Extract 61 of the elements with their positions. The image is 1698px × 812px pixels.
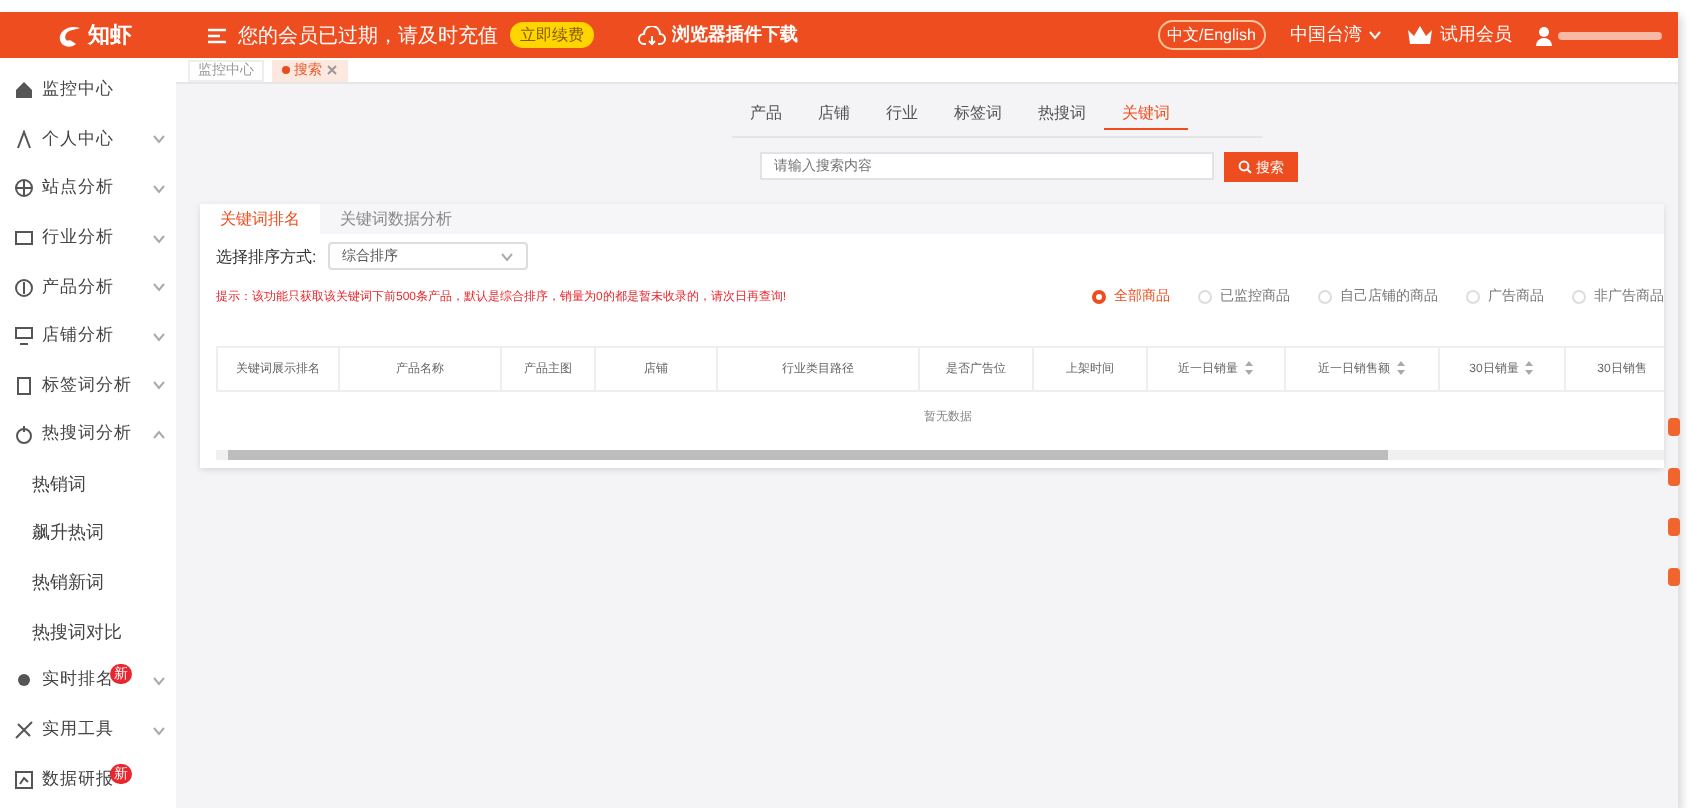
sidebar-item[interactable]: 产品分析 xyxy=(0,262,176,312)
chevron-down-icon xyxy=(152,134,166,145)
sidebar-item[interactable]: 行业分析 xyxy=(0,213,176,263)
chevron-down-icon xyxy=(1368,30,1382,40)
search-icon xyxy=(1238,160,1252,174)
chevron-down-icon xyxy=(152,675,166,686)
plugin-download-link[interactable]: 浏览器插件下载 xyxy=(638,22,798,48)
user-icon xyxy=(1536,25,1552,45)
sidebar-subitem[interactable]: 飙升热词 xyxy=(0,508,176,558)
menu-item-icon xyxy=(14,670,34,691)
menu-item-icon xyxy=(14,277,34,298)
language-toggle[interactable]: 中文/English xyxy=(1157,20,1266,50)
side-tool-icon xyxy=(1668,468,1680,486)
cloud-download-icon xyxy=(638,25,666,45)
search-tab[interactable]: 产品 xyxy=(732,102,800,130)
chevron-down-icon xyxy=(152,233,166,244)
sidebar-item[interactable]: 店铺分析 xyxy=(0,311,176,362)
chevron-down-icon xyxy=(152,331,166,342)
sidebar-item[interactable]: 监控中心 xyxy=(0,66,176,116)
crown-icon xyxy=(1406,24,1434,46)
menu-item-icon xyxy=(14,80,34,101)
renew-button[interactable]: 立即续费 xyxy=(510,22,594,48)
side-tool-icon xyxy=(1668,518,1680,536)
sidebar-item[interactable]: 热搜词分析 xyxy=(0,410,176,460)
sidebar-subitem[interactable]: 热销新词 xyxy=(0,557,176,608)
chevron-down-icon xyxy=(152,380,166,391)
sort-label: 选择排序方式: xyxy=(216,245,317,267)
sidebar-item[interactable]: 标签词分析 xyxy=(0,361,176,411)
side-tool-icon xyxy=(1668,418,1680,436)
chevron-down-icon xyxy=(500,251,515,261)
region-dropdown[interactable]: 中国台湾 xyxy=(1278,22,1394,48)
menu-item-icon xyxy=(14,375,34,396)
member-level: 试用会员 xyxy=(1440,22,1512,48)
chevron-down-icon xyxy=(152,282,166,293)
logo-text: 知虾 xyxy=(88,21,132,50)
search-tab[interactable]: 行业 xyxy=(868,102,936,130)
menu-item-icon xyxy=(14,129,34,150)
expiry-notice: 您的会员已过期，请及时充值 xyxy=(238,23,498,49)
chevron-up-icon xyxy=(152,429,166,440)
menu-item-icon xyxy=(14,326,34,347)
menu-item-icon xyxy=(14,228,34,249)
menu-item-icon xyxy=(14,178,34,199)
menu-item-icon xyxy=(14,720,34,741)
sidebar-subitem[interactable]: 热销词 xyxy=(0,459,176,509)
sidebar-item[interactable]: 站点分析 xyxy=(0,164,176,214)
chevron-down-icon xyxy=(152,183,166,194)
chevron-down-icon xyxy=(152,725,166,736)
side-tool-icon xyxy=(1668,568,1680,586)
search-tab[interactable]: 热搜词 xyxy=(1020,102,1104,130)
sidebar-item[interactable]: 个人中心 xyxy=(0,115,176,165)
horizontal-scrollbar[interactable] xyxy=(216,450,1664,460)
panel-tab[interactable]: 关键词排名 xyxy=(200,204,320,234)
menu-item-icon xyxy=(14,424,34,445)
menu-icon xyxy=(208,27,226,43)
sidebar-item[interactable]: 实用工具 xyxy=(0,705,176,755)
search-tab[interactable]: 标签词 xyxy=(936,102,1020,130)
sidebar-subitem[interactable]: 热搜词对比 xyxy=(0,607,176,657)
blurred-username xyxy=(1558,31,1662,39)
close-icon xyxy=(326,64,338,76)
search-tab[interactable]: 店铺 xyxy=(800,102,868,130)
menu-item-icon xyxy=(14,769,34,790)
